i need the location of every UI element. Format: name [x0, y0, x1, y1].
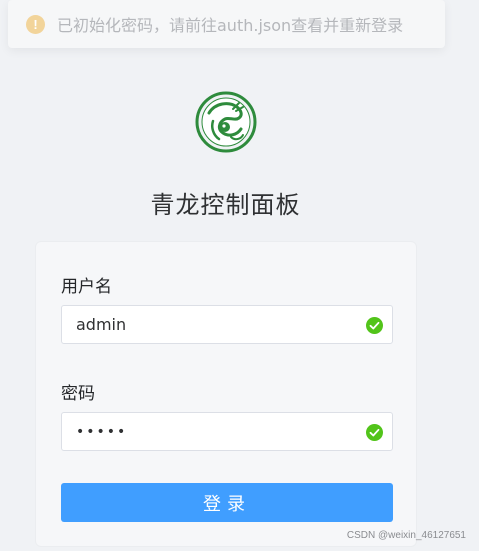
password-value: ••••• — [76, 423, 128, 440]
page-title: 青龙控制面板 — [150, 191, 301, 219]
username-label: 用户名 — [61, 277, 112, 297]
login-card: 用户名 admin 密码 ••••• 登录 — [35, 241, 417, 547]
warning-toast: ! 已初始化密码，请前往auth.json查看并重新登录 — [8, 0, 445, 48]
check-circle-icon — [366, 317, 383, 334]
login-button[interactable]: 登录 — [61, 483, 393, 522]
password-label: 密码 — [61, 384, 95, 404]
check-circle-icon — [366, 424, 383, 441]
password-input[interactable]: ••••• — [61, 412, 393, 451]
username-input[interactable]: admin — [61, 305, 393, 344]
toast-message: 已初始化密码，请前往auth.json查看并重新登录 — [57, 16, 404, 35]
watermark: CSDN @weixin_46127651 — [346, 530, 466, 541]
qinglong-dragon-logo — [195, 91, 257, 153]
username-value: admin — [76, 315, 127, 334]
warning-icon: ! — [26, 14, 45, 34]
